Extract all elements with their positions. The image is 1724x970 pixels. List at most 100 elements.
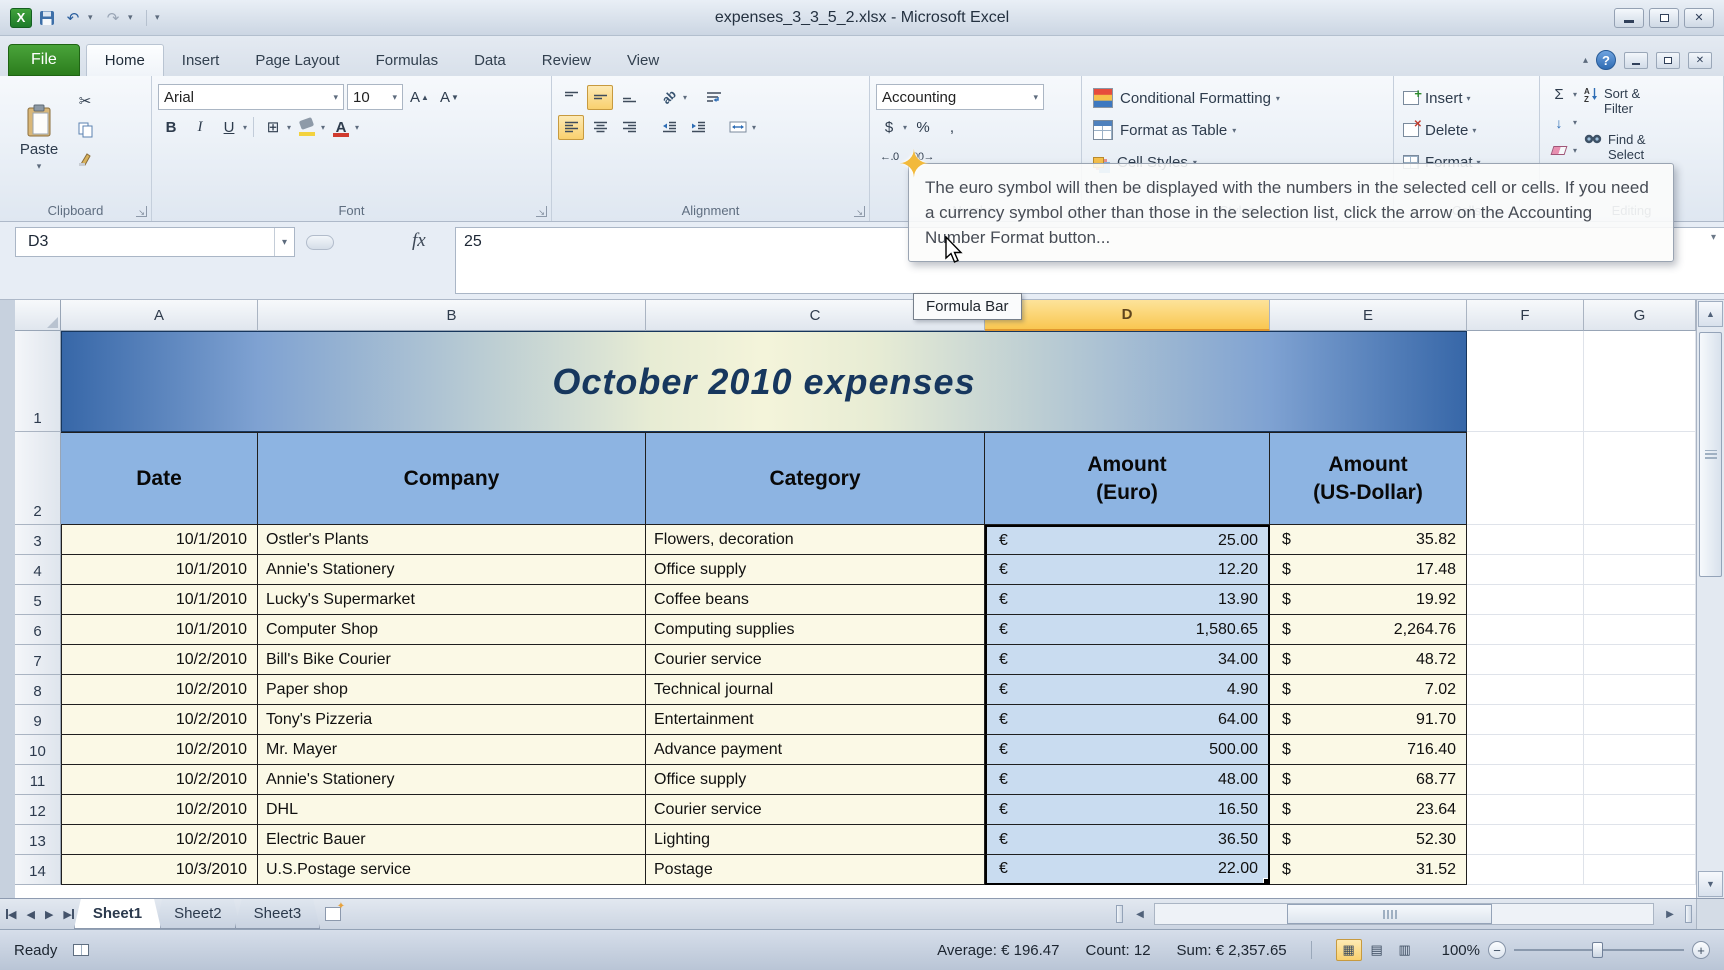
header-cell-amount-usd[interactable]: Amount (US-Dollar) <box>1270 432 1467 525</box>
borders-dropdown-icon[interactable]: ▾ <box>287 123 291 132</box>
qat-customize-button[interactable]: ▾ <box>155 12 165 23</box>
empty-cell[interactable] <box>1467 735 1584 765</box>
fill-color-dropdown-icon[interactable]: ▾ <box>321 123 325 132</box>
fill-dropdown-icon[interactable]: ▾ <box>1573 118 1577 127</box>
row-header[interactable]: 6 <box>15 615 61 645</box>
borders-button[interactable]: ⊞ <box>260 115 286 140</box>
cell-company[interactable]: Ostler's Plants <box>258 525 646 555</box>
zoom-level[interactable]: 100% <box>1442 942 1480 959</box>
cell-amount-usd[interactable]: $ 7.02 <box>1270 675 1467 705</box>
workbook-close-button[interactable]: ✕ <box>1688 51 1712 69</box>
cell-amount-usd[interactable]: $ 17.48 <box>1270 555 1467 585</box>
format-painter-button[interactable] <box>72 146 98 171</box>
shrink-font-button[interactable]: A ▼ <box>436 85 463 110</box>
cell-company[interactable]: DHL <box>258 795 646 825</box>
normal-view-button[interactable]: ▦ <box>1335 939 1362 961</box>
column-header-f[interactable]: F <box>1467 300 1584 331</box>
cell-company[interactable]: Paper shop <box>258 675 646 705</box>
header-cell-company[interactable]: Company <box>258 432 646 525</box>
cell-date[interactable]: 10/3/2010 <box>61 855 258 885</box>
cell-date[interactable]: 10/2/2010 <box>61 825 258 855</box>
accounting-number-format-button[interactable]: $ <box>876 115 902 140</box>
save-button[interactable] <box>36 7 58 29</box>
cell-amount-usd[interactable]: $ 35.82 <box>1270 525 1467 555</box>
sort-filter-button[interactable]: AZ Sort & Filter <box>1581 84 1649 126</box>
paste-dropdown-icon[interactable]: ▾ <box>37 161 42 172</box>
vertical-scroll-thumb[interactable] <box>1699 332 1722 577</box>
empty-cell[interactable] <box>1467 765 1584 795</box>
wrap-text-button[interactable] <box>701 85 727 110</box>
align-bottom-button[interactable] <box>616 85 642 110</box>
cell-company[interactable]: Annie's Stationery <box>258 765 646 795</box>
sheet-title-cell[interactable]: October 2010 expenses <box>61 331 1467 432</box>
underline-dropdown-icon[interactable]: ▾ <box>243 123 247 132</box>
cell-amount-euro[interactable]: € 22.00 <box>985 855 1270 885</box>
number-format-select[interactable]: Accounting ▾ <box>876 84 1044 110</box>
cell-amount-euro[interactable]: € 64.00 <box>985 705 1270 735</box>
tab-split-handle[interactable] <box>1116 905 1123 923</box>
empty-cell[interactable] <box>1584 705 1696 735</box>
column-header-a[interactable]: A <box>61 300 258 331</box>
cell-amount-euro[interactable]: € 34.00 <box>985 645 1270 675</box>
formula-bar-expand-icon[interactable]: ▾ <box>1711 232 1716 243</box>
cell-amount-usd[interactable]: $ 2,264.76 <box>1270 615 1467 645</box>
cell-amount-euro[interactable]: € 48.00 <box>985 765 1270 795</box>
ribbon-collapse-icon[interactable]: ▴ <box>1583 55 1588 66</box>
scrollbar-resize-handle[interactable] <box>1685 905 1692 923</box>
row-header[interactable]: 8 <box>15 675 61 705</box>
empty-cell[interactable] <box>1584 645 1696 675</box>
row-header[interactable]: 4 <box>15 555 61 585</box>
percent-style-button[interactable]: % <box>910 115 936 140</box>
cell-amount-euro[interactable]: € 36.50 <box>985 825 1270 855</box>
name-box-splitter[interactable] <box>306 235 334 250</box>
format-as-table-button[interactable]: Format as Table ▾ <box>1088 114 1387 146</box>
cell-date[interactable]: 10/2/2010 <box>61 705 258 735</box>
vertical-scrollbar[interactable]: ▲ ▼ <box>1696 300 1724 898</box>
cell-date[interactable]: 10/2/2010 <box>61 765 258 795</box>
row-header[interactable]: 3 <box>15 525 61 555</box>
autosum-button[interactable]: Σ <box>1546 82 1572 107</box>
tab-file[interactable]: File <box>8 44 80 76</box>
align-center-button[interactable] <box>587 115 613 140</box>
cell-amount-usd[interactable]: $ 23.64 <box>1270 795 1467 825</box>
cell-date[interactable]: 10/1/2010 <box>61 555 258 585</box>
header-cell-date[interactable]: Date <box>61 432 258 525</box>
scroll-right-icon[interactable]: ▶ <box>1660 903 1680 925</box>
undo-dropdown-icon[interactable]: ▾ <box>88 12 98 23</box>
cell-amount-euro[interactable]: € 1,580.65 <box>985 615 1270 645</box>
empty-cell[interactable] <box>1584 765 1696 795</box>
sheet-tab-sheet1[interactable]: Sheet1 <box>74 899 161 929</box>
scroll-down-icon[interactable]: ▼ <box>1698 871 1723 897</box>
cell-amount-euro[interactable]: € 25.00 <box>985 525 1270 555</box>
zoom-slider[interactable] <box>1514 941 1684 959</box>
empty-cell[interactable] <box>1467 795 1584 825</box>
cell-company[interactable]: Tony's Pizzeria <box>258 705 646 735</box>
workbook-minimize-button[interactable] <box>1624 51 1648 69</box>
row-header[interactable]: 12 <box>15 795 61 825</box>
name-box-dropdown-icon[interactable]: ▾ <box>273 228 294 256</box>
row-header[interactable]: 7 <box>15 645 61 675</box>
tab-insert[interactable]: Insert <box>164 44 238 76</box>
previous-sheet-button[interactable]: ◀ <box>26 908 34 921</box>
alignment-dialog-launcher[interactable] <box>854 206 865 217</box>
cell-amount-euro[interactable]: € 4.90 <box>985 675 1270 705</box>
cell-amount-usd[interactable]: $ 52.30 <box>1270 825 1467 855</box>
cell-date[interactable]: 10/2/2010 <box>61 645 258 675</box>
conditional-formatting-button[interactable]: Conditional Formatting ▾ <box>1088 82 1387 114</box>
horizontal-scroll-thumb[interactable] <box>1287 904 1492 924</box>
row-header-2[interactable]: 2 <box>15 432 61 525</box>
underline-button[interactable]: U <box>216 115 242 140</box>
font-size-select[interactable]: 10 ▾ <box>347 84 403 110</box>
name-box[interactable]: D3 ▾ <box>15 227 295 257</box>
restore-button[interactable] <box>1649 7 1679 28</box>
cell-category[interactable]: Technical journal <box>646 675 985 705</box>
cell-company[interactable]: Annie's Stationery <box>258 555 646 585</box>
cell-company[interactable]: U.S.Postage service <box>258 855 646 885</box>
column-header-b[interactable]: B <box>258 300 646 331</box>
bold-button[interactable]: B <box>158 115 184 140</box>
column-header-d[interactable]: D <box>985 300 1270 331</box>
cell-amount-euro[interactable]: € 16.50 <box>985 795 1270 825</box>
empty-cell[interactable] <box>1584 825 1696 855</box>
cell-category[interactable]: Coffee beans <box>646 585 985 615</box>
cell-category[interactable]: Courier service <box>646 795 985 825</box>
